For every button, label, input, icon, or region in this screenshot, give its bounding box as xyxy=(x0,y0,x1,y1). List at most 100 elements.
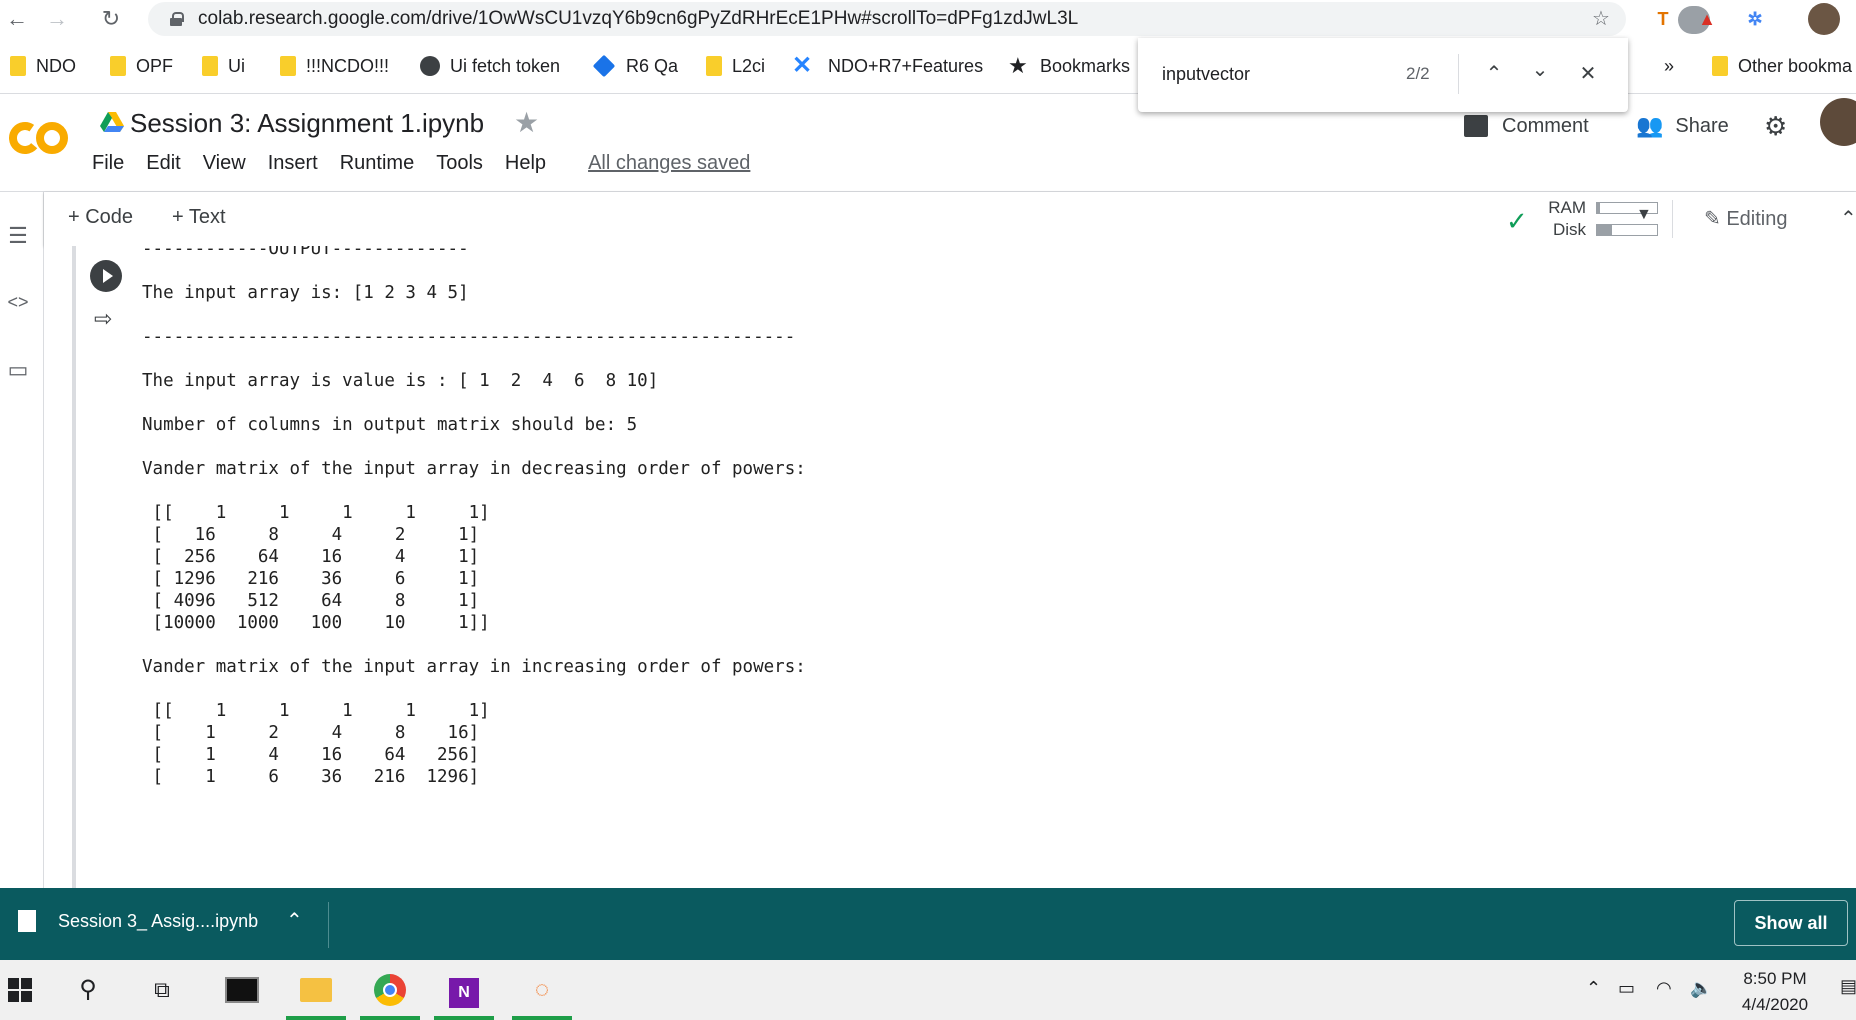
speaker-icon[interactable]: 🔈 xyxy=(1690,978,1712,999)
close-icon[interactable]: ✕ xyxy=(1572,58,1604,90)
clock-date: 4/4/2020 xyxy=(1741,995,1809,1014)
folder-icon xyxy=(280,56,296,76)
table-of-contents-icon[interactable]: ☰ xyxy=(4,222,32,250)
save-status[interactable]: All changes saved xyxy=(588,152,750,175)
bookmark-item[interactable]: Ui fetch token xyxy=(420,53,560,79)
star-icon[interactable]: ★ xyxy=(514,106,539,139)
file-explorer-icon[interactable] xyxy=(296,972,336,1008)
clock[interactable]: 8:50 PM 4/4/2020 xyxy=(1720,966,1830,1018)
menu-insert[interactable]: Insert xyxy=(268,152,318,175)
bookmark-item[interactable]: OPF xyxy=(110,53,173,79)
menu-help[interactable]: Help xyxy=(505,152,546,175)
bookmark-item[interactable]: !!!NCDO!!! xyxy=(280,53,389,79)
menu-file[interactable]: File xyxy=(92,152,124,175)
onenote-icon[interactable]: N xyxy=(444,972,484,1008)
comment-icon xyxy=(1464,115,1488,137)
extension-icon-3[interactable]: ✲ xyxy=(1742,6,1768,32)
menu-edit[interactable]: Edit xyxy=(146,152,180,175)
comment-button[interactable]: Comment xyxy=(1464,110,1589,142)
active-indicator xyxy=(360,1016,420,1020)
forward-arrow-icon[interactable]: → xyxy=(42,4,72,34)
bookmark-item[interactable]: NDO xyxy=(10,53,76,79)
chrome-icon[interactable] xyxy=(370,972,410,1008)
bookmark-item[interactable]: ★ Bookmarks xyxy=(1008,53,1130,79)
bookmark-item[interactable]: R6 Qa xyxy=(592,53,678,79)
reload-icon[interactable]: ↻ xyxy=(96,4,126,34)
ram-disk-indicator[interactable]: ✓ RAM Disk xyxy=(1506,196,1686,242)
divider xyxy=(1672,200,1673,238)
notebook-title[interactable]: Session 3: Assignment 1.ipynb xyxy=(130,108,484,139)
extension-icon-2[interactable]: ▲ xyxy=(1694,6,1720,32)
find-match-count: 2/2 xyxy=(1406,64,1430,83)
chevron-down-icon[interactable]: ⌄ xyxy=(1524,54,1556,86)
share-button[interactable]: 👥 Share xyxy=(1636,110,1729,142)
google-drive-icon[interactable] xyxy=(100,112,124,132)
folder-icon[interactable]: ▭ xyxy=(4,356,32,384)
find-bar: inputvector 2/2 ⌃ ⌄ ✕ xyxy=(1138,38,1628,112)
find-input[interactable]: inputvector xyxy=(1162,64,1250,85)
clock-time: 8:50 PM xyxy=(1743,969,1807,988)
menu-tools[interactable]: Tools xyxy=(436,152,483,175)
run-cell-button[interactable] xyxy=(90,260,122,292)
chevron-down-icon[interactable]: ▼ xyxy=(1636,206,1652,224)
jupyter-icon[interactable]: ◌ xyxy=(522,972,562,1008)
pencil-icon: ✎ xyxy=(1704,208,1721,230)
extension-icon-1[interactable]: T xyxy=(1650,6,1676,32)
output-line: [ 16 8 4 2 1] xyxy=(142,525,480,545)
add-code-button[interactable]: + Code xyxy=(68,206,133,229)
output-line: The input array is value is : [ 1 2 4 6 … xyxy=(142,371,659,391)
address-bar[interactable]: colab.research.google.com/drive/1OwWsCU1… xyxy=(148,2,1710,36)
chevron-up-icon[interactable]: ⌃ xyxy=(286,908,303,933)
chevron-up-icon[interactable]: ⌃ xyxy=(1478,58,1510,90)
gear-icon[interactable]: ⚙ xyxy=(1764,110,1787,142)
output-line: ----------------------------------------… xyxy=(142,327,796,347)
output-line: [ 4096 512 64 8 1] xyxy=(142,591,480,611)
back-arrow-icon[interactable]: ← xyxy=(2,4,32,34)
bookmark-item[interactable]: Ui xyxy=(202,53,245,79)
people-icon: 👥 xyxy=(1636,113,1664,138)
search-icon[interactable]: ⚲ xyxy=(68,972,108,1008)
wifi-icon[interactable]: ◠ xyxy=(1656,978,1672,999)
bookmark-item[interactable]: ✕ NDO+R7+Features xyxy=(792,53,983,79)
notification-icon[interactable]: ▤ xyxy=(1840,976,1856,997)
cell-focus-bar xyxy=(72,246,76,888)
task-view-icon[interactable]: ⧉ xyxy=(142,972,182,1008)
windows-start-icon[interactable] xyxy=(8,978,32,1002)
download-item[interactable]: Session 3_ Assig....ipynb xyxy=(18,910,258,932)
chevron-up-icon[interactable]: ⌃ xyxy=(1586,978,1601,999)
output-line: ------------OUTPUT------------- xyxy=(142,246,469,259)
bookmark-label: Bookmarks xyxy=(1040,55,1131,76)
battery-icon[interactable]: ▭ xyxy=(1618,978,1635,999)
lock-icon xyxy=(170,12,184,26)
avatar[interactable] xyxy=(1820,98,1856,146)
profile-avatar-icon[interactable] xyxy=(1808,3,1840,35)
other-bookmarks[interactable]: Other bookma xyxy=(1712,53,1852,79)
bookmark-star-icon[interactable]: ☆ xyxy=(1588,6,1614,32)
editing-mode-button[interactable]: ✎ Editing xyxy=(1704,206,1787,231)
menu-view[interactable]: View xyxy=(203,152,246,175)
menu-runtime[interactable]: Runtime xyxy=(340,152,414,175)
add-text-button[interactable]: + Text xyxy=(172,206,226,229)
divider xyxy=(328,902,329,948)
terminal-icon[interactable] xyxy=(222,972,262,1008)
bookmarks-overflow-button[interactable]: » xyxy=(1664,53,1674,79)
ram-bar-fill xyxy=(1597,203,1600,213)
output-line: Vander matrix of the input array in incr… xyxy=(142,657,806,677)
show-all-button[interactable]: Show all xyxy=(1734,900,1848,946)
colab-logo-icon[interactable] xyxy=(8,120,70,156)
collapse-header-icon[interactable]: ⌃ xyxy=(1840,206,1856,231)
diamond-icon xyxy=(592,54,616,78)
code-snippets-icon[interactable]: <> xyxy=(4,288,32,316)
share-label: Share xyxy=(1675,114,1729,137)
bookmark-label: Ui xyxy=(228,55,245,76)
bookmark-item[interactable]: L2ci xyxy=(706,53,765,79)
globe-icon xyxy=(420,56,440,76)
divider xyxy=(1458,54,1459,94)
bookmark-label: Other bookma xyxy=(1738,55,1853,76)
output-actions-icon[interactable]: ⇨ xyxy=(94,306,112,332)
